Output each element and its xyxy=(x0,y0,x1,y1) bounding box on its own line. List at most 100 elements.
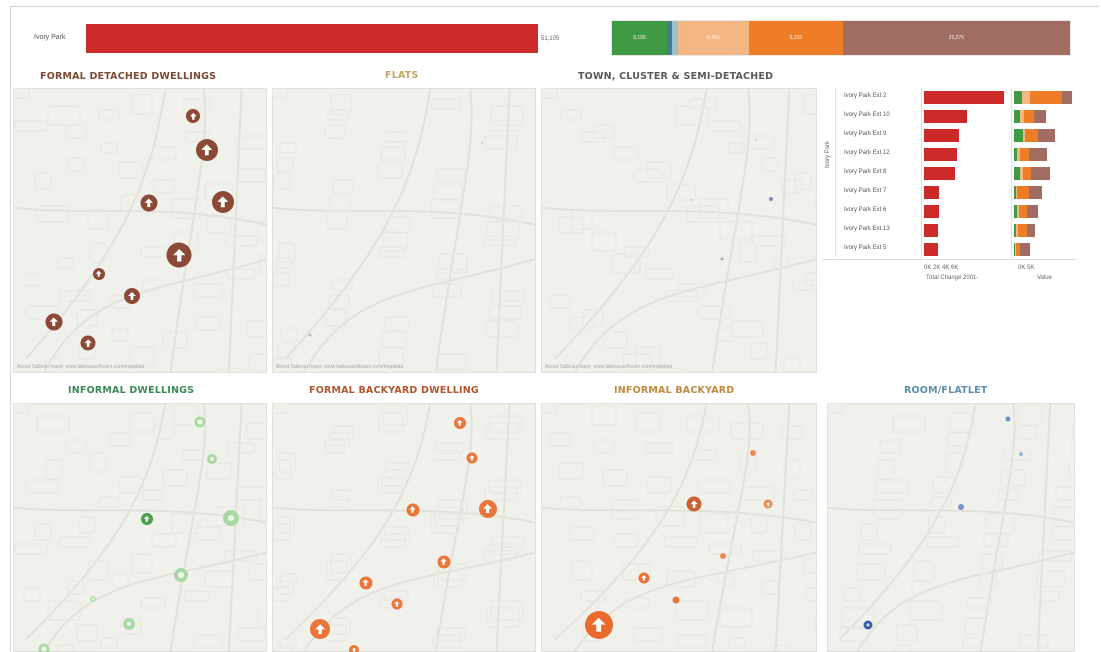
location-ring-marker[interactable] xyxy=(194,416,206,428)
growth-marker[interactable] xyxy=(686,496,702,512)
growth-marker[interactable] xyxy=(466,452,478,464)
suburb-row[interactable]: Ivory Park Ext 8 xyxy=(822,164,1077,183)
value-segment[interactable] xyxy=(1029,129,1039,142)
total-change-bar[interactable] xyxy=(924,224,939,237)
location-dot[interactable] xyxy=(720,553,726,559)
value-segment[interactable] xyxy=(1050,91,1063,104)
growth-marker[interactable] xyxy=(166,242,192,268)
total-change-bar[interactable] xyxy=(924,91,1004,104)
growth-marker[interactable] xyxy=(391,598,403,610)
growth-marker[interactable] xyxy=(406,503,420,517)
growth-marker[interactable] xyxy=(141,513,153,525)
suburb-row[interactable]: Ivory Park Ext 7 xyxy=(822,183,1077,202)
value-segment[interactable] xyxy=(1020,243,1031,256)
location-dot[interactable] xyxy=(769,197,773,201)
map-formal-detached[interactable]: About Tableau maps: www.tableausoftware.… xyxy=(13,88,267,373)
location-dot[interactable] xyxy=(750,450,756,456)
location-dot[interactable] xyxy=(755,139,757,141)
growth-marker[interactable] xyxy=(93,268,105,280)
value-segment[interactable] xyxy=(1028,186,1043,199)
total-change-bar[interactable] xyxy=(924,129,959,142)
location-dot[interactable] xyxy=(1005,416,1011,422)
growth-marker[interactable] xyxy=(454,417,466,429)
value-stacked-bar[interactable] xyxy=(1014,110,1046,123)
total-change-bar[interactable] xyxy=(924,167,955,180)
location-ring-marker[interactable] xyxy=(90,596,96,602)
total-change-bar[interactable] xyxy=(924,148,957,161)
value-segment[interactable] xyxy=(1014,91,1022,104)
total-change-bar[interactable] xyxy=(924,186,940,199)
value-stacked-bar[interactable] xyxy=(1014,148,1047,161)
location-dot[interactable] xyxy=(690,199,692,201)
map-credit[interactable]: About Tableau maps: www.tableausoftware.… xyxy=(545,364,672,370)
growth-marker[interactable] xyxy=(585,611,613,639)
growth-marker[interactable] xyxy=(124,288,140,304)
value-stacked-bar[interactable] xyxy=(1014,167,1051,180)
header-total-bar[interactable] xyxy=(86,24,538,53)
location-ring-marker[interactable] xyxy=(863,620,873,630)
location-dot[interactable] xyxy=(672,596,680,604)
growth-marker[interactable] xyxy=(763,499,773,509)
growth-marker[interactable] xyxy=(638,572,650,584)
map-credit[interactable]: About Tableau maps: www.tableausoftware.… xyxy=(276,364,403,370)
suburb-row[interactable]: Ivory Park Ext 9 xyxy=(822,126,1077,145)
growth-marker[interactable] xyxy=(359,576,373,590)
location-ring-marker[interactable] xyxy=(123,618,135,630)
growth-marker[interactable] xyxy=(437,555,451,569)
map-town-cluster[interactable]: About Tableau maps: www.tableausoftware.… xyxy=(541,88,817,373)
location-dot[interactable] xyxy=(481,142,483,144)
suburb-row[interactable]: Ivory Park Ext 5 xyxy=(822,240,1077,259)
value-stacked-bar[interactable] xyxy=(1014,205,1039,218)
suburb-row[interactable]: Ivory Park Ext 6 xyxy=(822,202,1077,221)
total-change-bar[interactable] xyxy=(924,205,940,218)
map-formal-backyard[interactable] xyxy=(272,403,536,652)
location-ring-marker[interactable] xyxy=(38,643,50,652)
location-dot[interactable] xyxy=(958,504,964,510)
value-segment[interactable] xyxy=(1033,110,1046,123)
value-stacked-bar[interactable] xyxy=(1014,243,1031,256)
location-dot[interactable] xyxy=(1019,452,1023,456)
value-segment[interactable] xyxy=(1030,91,1051,104)
map-informal-backyard[interactable] xyxy=(541,403,817,652)
map-room-flatlet[interactable] xyxy=(827,403,1075,652)
location-dot[interactable] xyxy=(308,333,312,337)
value-segment[interactable] xyxy=(1029,148,1047,161)
growth-marker[interactable] xyxy=(196,139,218,161)
suburb-row[interactable]: Ivory Park Ext 10 xyxy=(822,107,1077,126)
map-flats[interactable]: About Tableau maps: www.tableausoftware.… xyxy=(272,88,536,373)
value-stacked-bar[interactable] xyxy=(1014,186,1043,199)
growth-marker[interactable] xyxy=(212,191,234,213)
growth-marker[interactable] xyxy=(349,645,359,652)
suburb-row[interactable]: Ivory Park Ext 2 xyxy=(822,88,1077,107)
value-segment[interactable] xyxy=(1021,91,1031,104)
value-stacked-bar[interactable] xyxy=(1014,224,1036,237)
suburb-row[interactable]: Ivory Park Ext 12 xyxy=(822,145,1077,164)
value-segment[interactable] xyxy=(1031,167,1051,180)
header-stack-segment[interactable]: 6,965 xyxy=(677,21,749,55)
growth-marker[interactable] xyxy=(310,619,330,639)
growth-marker[interactable] xyxy=(186,109,200,123)
header-stack-segment[interactable]: 9,216 xyxy=(748,21,843,55)
header-stack-segment[interactable]: 9,106 xyxy=(612,21,667,55)
location-dot[interactable] xyxy=(720,257,724,261)
total-change-bar[interactable] xyxy=(924,110,968,123)
map-informal[interactable] xyxy=(13,403,267,652)
header-stack-segment[interactable]: 22,276 xyxy=(842,21,1070,55)
value-stacked-bar[interactable] xyxy=(1014,91,1073,104)
growth-marker[interactable] xyxy=(479,500,497,518)
value-segment[interactable] xyxy=(1014,129,1023,142)
value-segment[interactable] xyxy=(1062,91,1073,104)
header-stacked-bar[interactable]: 9,106 6,965 9,216 22,276 xyxy=(612,21,1070,55)
location-ring-marker[interactable] xyxy=(223,510,239,526)
growth-marker[interactable] xyxy=(80,335,96,351)
value-segment[interactable] xyxy=(1026,224,1036,237)
map-credit[interactable]: About Tableau maps: www.tableausoftware.… xyxy=(17,364,144,370)
location-ring-marker[interactable] xyxy=(207,454,217,464)
growth-marker[interactable] xyxy=(140,194,158,212)
growth-marker[interactable] xyxy=(45,313,63,331)
value-stacked-bar[interactable] xyxy=(1014,129,1056,142)
total-change-bar[interactable] xyxy=(924,243,939,256)
suburb-row[interactable]: Ivory Park Ext 13 xyxy=(822,221,1077,240)
value-segment[interactable] xyxy=(1038,129,1056,142)
location-ring-marker[interactable] xyxy=(174,568,188,582)
